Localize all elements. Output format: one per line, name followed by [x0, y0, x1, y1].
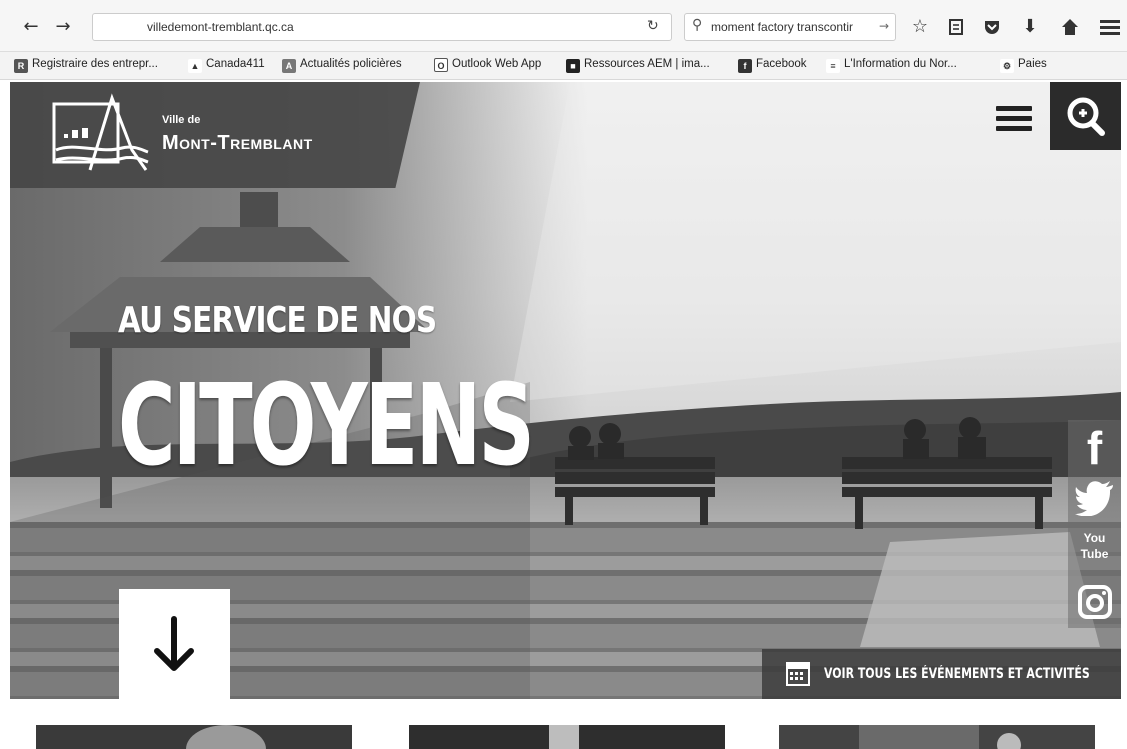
- search-go-icon[interactable]: →: [879, 19, 889, 33]
- events-label: VOIR TOUS LES ÉVÉNEMENTS ET ACTIVITÉS: [824, 666, 1090, 682]
- home-icon[interactable]: [1058, 15, 1082, 39]
- bookmarks-toolbar: R Registraire des entrepr... ▲ Canada411 A…: [0, 52, 1127, 80]
- facebook-icon: f: [1086, 422, 1103, 474]
- site-menu-button[interactable]: [988, 96, 1040, 140]
- bookmark-item[interactable]: O Outlook Web App: [434, 58, 541, 72]
- back-arrow-icon[interactable]: ←: [20, 16, 42, 38]
- reload-icon[interactable]: ↻: [647, 18, 659, 34]
- instagram-icon: [1077, 585, 1112, 619]
- menu-bar: [996, 116, 1032, 121]
- bookmark-item[interactable]: f Facebook: [738, 58, 807, 73]
- reading-list-icon[interactable]: [944, 15, 968, 39]
- card-image: [779, 725, 1095, 749]
- bookmark-item[interactable]: ▲ Canada411: [188, 58, 265, 73]
- hero-headline-top: AU SERVICE DE NOS: [118, 300, 437, 341]
- facebook-link[interactable]: f: [1068, 420, 1121, 474]
- scroll-down-button[interactable]: [119, 589, 230, 699]
- forward-arrow-icon[interactable]: →: [52, 16, 74, 38]
- browser-search-bar[interactable]: ⚲ moment factory transcontir →: [684, 13, 896, 41]
- site-search-button[interactable]: [1050, 82, 1121, 150]
- hamburger-menu-icon[interactable]: [1098, 15, 1122, 39]
- youtube-icon: You Tube: [1080, 531, 1109, 561]
- bookmark-item[interactable]: ≡ L'Information du Nor...: [826, 58, 957, 73]
- bookmark-item[interactable]: A Actualités policières: [282, 58, 402, 73]
- magnifier-icon: ⚲: [692, 17, 703, 33]
- address-bar[interactable]: villedemont-tremblant.qc.ca ↻: [92, 13, 672, 41]
- news-card[interactable]: [779, 725, 1095, 749]
- browser-nav-bar: ← → villedemont-tremblant.qc.ca ↻ ⚲ mome…: [0, 0, 1127, 52]
- logo-subtitle: Ville de: [162, 114, 201, 126]
- bookmark-item[interactable]: R Registraire des entrepr...: [14, 58, 158, 73]
- canada411-icon: ▲: [188, 59, 202, 73]
- registry-icon: R: [14, 59, 28, 73]
- calendar-icon: [786, 662, 810, 686]
- bookmark-star-icon[interactable]: ☆: [908, 15, 932, 39]
- twitter-icon: [1074, 481, 1113, 517]
- social-links: f You Tube: [1068, 420, 1121, 628]
- mont-tremblant-logo-icon: [52, 93, 149, 171]
- hero-headline-main: CITOYENS: [118, 361, 535, 491]
- youtube-link[interactable]: You Tube: [1068, 524, 1121, 576]
- bookmark-item[interactable]: ⚙ Paies: [1000, 58, 1047, 73]
- facebook-icon: f: [738, 59, 752, 73]
- instagram-link[interactable]: [1068, 576, 1121, 628]
- news-card[interactable]: [409, 725, 725, 749]
- hero-banner: Ville de Mont-Tremblant AU SERVICE DE NO…: [10, 82, 1121, 699]
- url-text: villedemont-tremblant.qc.ca: [147, 20, 294, 34]
- site-logo[interactable]: Ville de Mont-Tremblant: [10, 82, 420, 188]
- events-link[interactable]: VOIR TOUS LES ÉVÉNEMENTS ET ACTIVITÉS: [762, 649, 1121, 699]
- news-icon: ≡: [826, 59, 840, 73]
- browser-search-text: moment factory transcontir: [711, 20, 854, 34]
- logo-title: Mont-Tremblant: [162, 132, 313, 154]
- pocket-icon[interactable]: [980, 15, 1004, 39]
- outlook-icon: O: [434, 58, 448, 72]
- aem-icon: ■: [566, 59, 580, 73]
- news-card[interactable]: [36, 725, 352, 749]
- card-image: [36, 725, 352, 749]
- menu-bar: [996, 126, 1032, 131]
- arrow-down-icon: [154, 616, 194, 671]
- bookmark-item[interactable]: ■ Ressources AEM | ima...: [566, 58, 710, 73]
- payroll-icon: ⚙: [1000, 59, 1014, 73]
- twitter-link[interactable]: [1068, 472, 1121, 524]
- news-icon: A: [282, 59, 296, 73]
- card-image: [409, 725, 725, 749]
- search-icon: [1067, 97, 1105, 136]
- download-icon[interactable]: ⬇: [1018, 15, 1042, 39]
- menu-bar: [996, 106, 1032, 111]
